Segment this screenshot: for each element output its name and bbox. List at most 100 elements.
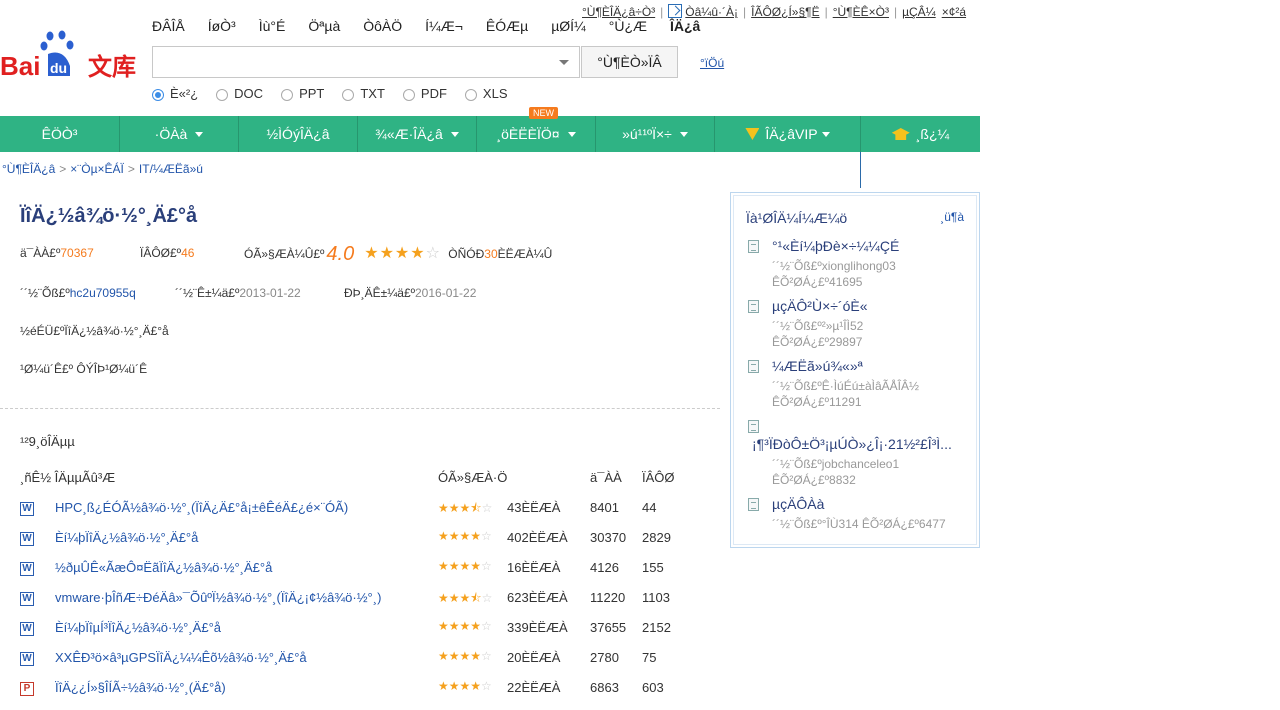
doc-title-link[interactable]: Èí¼þÏîµÍ³ÏîÄ¿½â¾ö·½°¸Ä£°å: [55, 620, 221, 635]
uploader-link[interactable]: hc2u70955q: [70, 286, 136, 300]
rating-count: 16ÈËÆÀ: [507, 560, 561, 575]
doc-title-link[interactable]: XXÊÐ³ö×â³µGPSÏîÄ¿¼¼Êõ½â¾ö·½°¸Ä£°å: [55, 650, 307, 665]
table-row: W Èí¼þÏîÄ¿½â¾ö·½°¸Ä£°å ★★★★☆ 402ÈËÆÀ 30370 28…: [0, 529, 720, 560]
doc-title-link[interactable]: ½ðµÛÊ«ÃæÔ¤ËãÏîÄ¿½â¾ö·½°¸Ä£°å: [55, 560, 272, 575]
filetype-pdf[interactable]: PDF: [402, 86, 447, 101]
radio-icon: [216, 89, 229, 101]
mainnav-premium[interactable]: ¾«Æ·ÎÄ¿â: [358, 116, 477, 152]
doc-title-link[interactable]: ÏîÄ¿¿Í»§ÎÍÃ÷½â¾ö·½°¸(Ä£°å): [55, 680, 226, 695]
mainnav-gaokao[interactable]: ¸ß¿¼: [860, 116, 980, 152]
view-count: 2780: [590, 650, 619, 665]
table-row: W ½ðµÛÊ«ÃæÔ¤ËãÏîÄ¿½â¾ö·½°¸Ä£°å ★★★★☆ 16ÈËÆÀ…: [0, 559, 720, 590]
pdf-file-icon: P: [20, 682, 34, 696]
related-doc-title[interactable]: µçÄÔ²Ù×÷´óÈ«: [772, 298, 868, 314]
download-count: 1103: [642, 590, 670, 605]
search-button[interactable]: °Ù¶ÈÒ»ÏÂ: [581, 46, 678, 78]
filetype-all[interactable]: È«²¿: [152, 86, 198, 101]
related-doc-title[interactable]: ¼ÆËã»ú¾«»ª: [772, 358, 863, 374]
filetype-xls[interactable]: XLS: [464, 86, 508, 101]
toplink-feedback[interactable]: Òâ¼û·´À¡: [685, 5, 738, 19]
doc-title: ÏîÄ¿½â¾ö·½°¸Ä£°å: [20, 205, 198, 227]
filetype-txt[interactable]: TXT: [342, 86, 385, 101]
toplink-client[interactable]: ÎÃÔØ¿Í»§¶Ë: [751, 5, 819, 19]
col-header-name: ¸ñÊ½ ÎÄµµÃû³Æ: [20, 470, 116, 485]
mainnav-home[interactable]: ÊÖÒ³: [0, 116, 120, 152]
divider: [0, 408, 720, 409]
rating-stars: ★★★⯪☆: [438, 591, 493, 605]
rating-stars: ★★★★☆: [438, 619, 492, 633]
nav-map[interactable]: µØÍ¼: [551, 18, 586, 34]
chevron-down-icon: [821, 132, 830, 137]
mainnav-institution[interactable]: »ú¹¹ºÏ×÷: [596, 116, 715, 152]
nav-news[interactable]: ÐÂÎÅ: [152, 18, 185, 34]
mainnav-education[interactable]: ½ÌÓýÎÄ¿â: [239, 116, 358, 152]
document-icon: [748, 360, 759, 373]
main-nav-bar: ÊÖÒ³ ·ÖÀà ½ÌÓýÎÄ¿â ¾«Æ·ÎÄ¿â NEW ¸öÈËÈÏÖ¤ …: [0, 107, 980, 152]
mainnav-categories[interactable]: ·ÖÀà: [120, 116, 239, 152]
review-count: ÒÑÓÐ30ÈËÆÀ¼Û: [448, 247, 553, 261]
radio-icon: [281, 89, 294, 101]
search-dropdown-icon[interactable]: [559, 60, 569, 65]
nav-tieba[interactable]: Ìù°É: [259, 18, 286, 34]
radio-icon: [464, 89, 477, 101]
table-row: P ÏîÄ¿¿Í»§ÎÍÃ÷½â¾ö·½°¸(Ä£°å) ★★★★☆ 22ÈËÆÀ 68…: [0, 679, 720, 710]
help-link[interactable]: °ïÖú: [700, 56, 724, 70]
doc-tags: ¹Ø¼ü´Ê£º ÔÝÎÞ¹Ø¼ü´Ê: [20, 362, 148, 376]
view-count: 8401: [590, 500, 619, 515]
toplink-login[interactable]: µÇÂ¼: [902, 5, 936, 19]
radio-icon: [342, 89, 355, 101]
rating-count: 43ÈËÆÀ: [507, 500, 561, 515]
toplink-wenku-home[interactable]: °Ù¶ÈÎÄ¿â÷Ò³: [582, 5, 655, 19]
mainnav-vip[interactable]: ÎÄ¿âVIP: [715, 116, 860, 152]
baidu-wenku-logo[interactable]: Bai du 文库: [0, 30, 140, 81]
rating-stars[interactable]: ★★★★☆: [364, 245, 441, 262]
related-doc-author: ´´½¨Õß£ºÊ·ÌúÉú±àÌâÃÅÎÂ½: [772, 379, 920, 393]
toplink-baidu-home[interactable]: °Ù¶ÈÊ×Ò³: [833, 5, 889, 19]
nav-music[interactable]: ÒôÀÖ: [363, 18, 402, 34]
doc-views: ä¯ÀÀ£º70367: [20, 246, 94, 260]
rating-stars: ★★★★☆: [438, 559, 492, 573]
rating-count: 402ÈËÆÀ: [507, 530, 568, 545]
doc-uploader: ´´½¨Õß£ºhc2u70955q: [20, 286, 136, 300]
doc-title-link[interactable]: vmware·þÎñÆ÷ÐéÄâ»¯ÕûºÏ½â¾ö·½°¸(ÏîÄ¿¡¢½â¾…: [55, 590, 381, 605]
breadcrumb-item[interactable]: IT/¼ÆËã»ú: [139, 162, 203, 176]
chevron-down-icon: [567, 132, 576, 137]
doc-title-link[interactable]: HPC¸ß¿ÉÓÃ½â¾ö·½°¸(ÏîÄ¿Ä£°å¡±êÊéÄ£¿é×¨ÓÃ): [55, 500, 348, 515]
toplink-register[interactable]: ×¢²á: [942, 5, 966, 19]
breadcrumb-item[interactable]: °Ù¶ÈÎÄ¿â: [2, 162, 55, 176]
rating-count: 623ÈËÆÀ: [507, 590, 568, 605]
document-icon: [748, 498, 759, 511]
nav-zhidao[interactable]: Öªµà: [308, 18, 340, 34]
nav-video[interactable]: ÊÓÆµ: [486, 18, 528, 34]
word-file-icon: W: [20, 562, 34, 576]
mainnav-certification[interactable]: NEW ¸öÈËÈÏÖ¤: [477, 107, 596, 152]
feedback-icon: [668, 4, 683, 18]
chevron-down-icon: [450, 132, 459, 137]
doc-rating: ÓÃ»§ÆÀ¼Û£º 4.0 ★★★★☆ ÒÑÓÐ30ÈËÆÀ¼Û: [244, 243, 553, 265]
related-doc-title[interactable]: °¹«Èí¼þÐè×÷¼¼ÇÉ: [772, 238, 899, 254]
download-count: 603: [642, 680, 664, 695]
related-doc-title[interactable]: µçÄÔÀà: [772, 496, 824, 512]
doc-title-link[interactable]: Èí¼þÏîÄ¿½â¾ö·½°¸Ä£°å: [55, 530, 198, 545]
related-doc-title[interactable]: ¡¶³ÏÐòÔ±Ö³¡µÚÒ»¿Î¡·21½²£Î³Ì...: [752, 436, 952, 452]
related-doc-stats: ÊÕ²ØÁ¿£º11291: [772, 395, 862, 409]
more-link[interactable]: ¸ü¶à: [940, 210, 964, 224]
filetype-ppt[interactable]: PPT: [281, 86, 324, 101]
nav-web[interactable]: ÍøÒ³: [208, 18, 236, 34]
doc-downloads: ÏÂÔØ£º46: [140, 246, 195, 260]
col-header-views: ä¯ÀÀ: [590, 470, 622, 485]
rating-score: 4.0: [326, 243, 355, 265]
doc-updated: ÐÞ¸ÄÊ±¼ä£º2016-01-22: [344, 286, 477, 300]
filetype-doc[interactable]: DOC: [216, 86, 263, 101]
svg-text:du: du: [50, 60, 67, 76]
nav-wenku[interactable]: ÎÄ¿â: [670, 18, 700, 34]
chevron-down-icon: [679, 132, 688, 137]
word-file-icon: W: [20, 622, 34, 636]
rating-stars: ★★★★☆: [438, 649, 492, 663]
nav-images[interactable]: Í¼Æ¬: [425, 18, 463, 34]
chevron-down-icon: [195, 132, 204, 137]
view-count: 6863: [590, 680, 619, 695]
nav-baike[interactable]: °Ù¿Æ: [609, 18, 647, 34]
search-input[interactable]: [153, 47, 559, 77]
breadcrumb-item[interactable]: ×¨Òµ×ÊÁÏ: [70, 162, 124, 176]
